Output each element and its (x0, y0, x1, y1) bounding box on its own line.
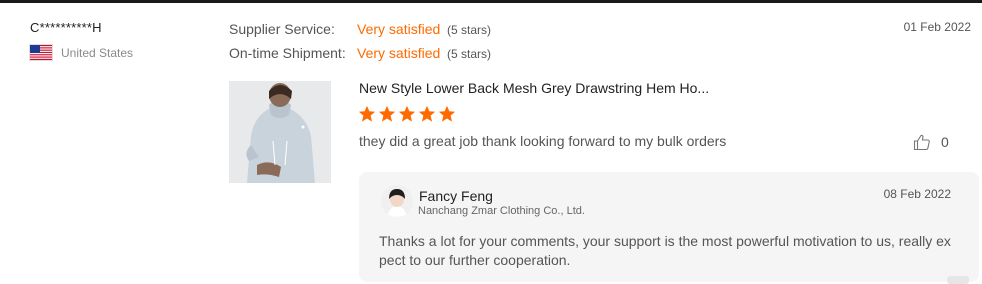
country-name: United States (61, 45, 134, 60)
like-button[interactable]: 0 (913, 133, 949, 151)
thumbs-up-icon (913, 134, 930, 151)
reviewer-name: C**********H (30, 20, 102, 35)
supplier-service-value: Very satisfied (357, 21, 441, 37)
star-icon (378, 105, 396, 122)
avatar (381, 185, 413, 217)
review-date: 01 Feb 2022 (903, 20, 971, 34)
ontime-shipment-label: On-time Shipment: (229, 45, 346, 61)
review-star-rating (358, 105, 456, 123)
ontime-shipment-value: Very satisfied (357, 45, 441, 61)
seller-name: Fancy Feng (419, 188, 493, 204)
star-icon (398, 105, 416, 122)
top-divider (0, 0, 982, 3)
star-icon (438, 105, 456, 122)
supplier-reply: Fancy Feng Nanchang Zmar Clothing Co., L… (359, 172, 979, 284)
product-thumbnail-icon[interactable] (229, 81, 331, 183)
us-flag-icon (30, 45, 52, 60)
corner-decoration (947, 276, 969, 284)
supplier-service-label: Supplier Service: (229, 21, 335, 37)
like-count: 0 (941, 134, 949, 150)
star-icon (418, 105, 436, 122)
star-icon (358, 105, 376, 122)
reply-date: 08 Feb 2022 (883, 187, 951, 201)
ontime-shipment-stars: (5 stars) (447, 47, 492, 61)
supplier-service-stars: (5 stars) (447, 23, 492, 37)
product-title-link[interactable]: New Style Lower Back Mesh Grey Drawstrin… (359, 80, 779, 96)
review-text: they did a great job thank looking forwa… (359, 133, 727, 149)
seller-company: Nanchang Zmar Clothing Co., Ltd. (418, 205, 585, 217)
reply-text: Thanks a lot for your comments, your sup… (379, 233, 951, 268)
reviewer-country: United States (30, 45, 133, 60)
